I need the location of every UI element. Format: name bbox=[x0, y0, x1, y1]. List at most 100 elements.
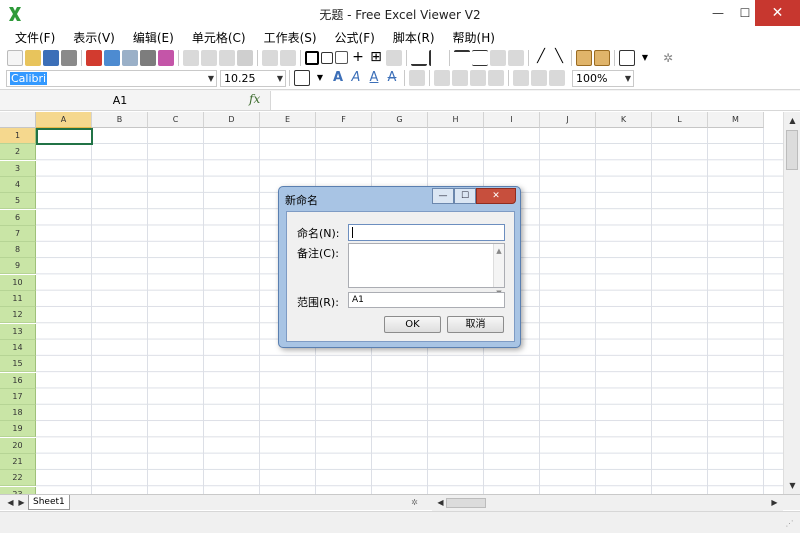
menu-cell[interactable]: 单元格(C) bbox=[183, 28, 255, 48]
column-header[interactable]: I bbox=[484, 112, 540, 128]
name-input[interactable] bbox=[348, 224, 505, 241]
row-header[interactable]: 9 bbox=[0, 258, 36, 275]
comment-scrollbar[interactable]: ▲▼ bbox=[493, 244, 504, 297]
menu-view[interactable]: 表示(V) bbox=[64, 28, 124, 48]
border-thick-icon[interactable] bbox=[305, 50, 319, 65]
vertical-scroll-thumb[interactable] bbox=[786, 130, 798, 170]
format-painter-icon[interactable] bbox=[237, 49, 253, 66]
row-header[interactable]: 10 bbox=[0, 274, 36, 291]
row-header[interactable]: 15 bbox=[0, 356, 36, 373]
function-icon[interactable]: fx bbox=[249, 92, 260, 106]
row-header[interactable]: 4 bbox=[0, 176, 36, 193]
border-left-icon[interactable] bbox=[429, 49, 445, 66]
gear-icon[interactable]: ✲ bbox=[660, 50, 676, 66]
row-header[interactable]: 14 bbox=[0, 339, 36, 356]
row-header[interactable]: 2 bbox=[0, 144, 36, 161]
row-header[interactable]: 1 bbox=[0, 128, 36, 144]
menu-sheet[interactable]: 工作表(S) bbox=[255, 28, 326, 48]
scroll-up-icon[interactable]: ▲ bbox=[784, 112, 800, 129]
underline-icon[interactable]: A bbox=[366, 70, 382, 86]
new-file-icon[interactable] bbox=[7, 49, 23, 66]
column-header[interactable]: D bbox=[204, 112, 260, 128]
comment-input[interactable]: ▲▼ bbox=[348, 243, 505, 297]
valign-middle-icon[interactable] bbox=[531, 70, 547, 86]
justify-icon[interactable] bbox=[488, 70, 504, 86]
pdf-export-icon[interactable] bbox=[86, 49, 102, 66]
align-right-icon[interactable] bbox=[470, 70, 486, 86]
column-header[interactable]: A bbox=[36, 112, 92, 128]
row-header[interactable]: 3 bbox=[0, 160, 36, 177]
range-input[interactable]: A1 bbox=[348, 292, 505, 308]
clear-format-icon[interactable] bbox=[158, 49, 174, 66]
italic-icon[interactable]: A bbox=[348, 70, 364, 86]
row-header[interactable]: 18 bbox=[0, 405, 36, 422]
column-header[interactable]: B bbox=[92, 112, 148, 128]
cell-reference-box[interactable]: A1 bbox=[0, 90, 240, 111]
image-export-icon[interactable] bbox=[122, 49, 138, 66]
border-outer-icon[interactable] bbox=[508, 49, 524, 66]
row-header[interactable]: 13 bbox=[0, 323, 36, 340]
row-header[interactable]: 8 bbox=[0, 242, 36, 259]
row-header[interactable]: 6 bbox=[0, 209, 36, 226]
font-size-select[interactable]: 10.25 ▼ bbox=[220, 69, 286, 87]
diagonal-down-icon[interactable]: ╱ bbox=[533, 49, 549, 66]
chevron-down-icon[interactable] bbox=[321, 51, 333, 64]
valign-bottom-icon[interactable] bbox=[549, 70, 565, 86]
column-header[interactable]: L bbox=[652, 112, 708, 128]
scroll-down-icon[interactable]: ▼ bbox=[784, 477, 800, 494]
merge-cells-icon[interactable] bbox=[576, 49, 592, 66]
print-icon[interactable] bbox=[61, 49, 77, 66]
sheet-tab[interactable]: Sheet1 bbox=[28, 495, 70, 510]
resize-grip-icon[interactable]: ⋰ bbox=[781, 515, 798, 532]
chevron-down-icon[interactable]: ▼ bbox=[312, 70, 328, 86]
column-header[interactable]: E bbox=[260, 112, 316, 128]
column-header[interactable]: C bbox=[148, 112, 204, 128]
row-header[interactable]: 22 bbox=[0, 470, 36, 487]
cut-icon[interactable] bbox=[201, 49, 217, 66]
text-color-icon[interactable] bbox=[294, 70, 310, 86]
column-header[interactable]: H bbox=[428, 112, 484, 128]
preview-icon[interactable] bbox=[140, 49, 156, 66]
menu-script[interactable]: 脚本(R) bbox=[384, 28, 444, 48]
row-header[interactable]: 16 bbox=[0, 372, 36, 389]
column-header[interactable]: J bbox=[540, 112, 596, 128]
border-tb-icon[interactable] bbox=[472, 49, 488, 66]
menu-file[interactable]: 文件(F) bbox=[6, 28, 64, 48]
dialog-maximize-button[interactable]: ☐ bbox=[454, 188, 476, 204]
row-header[interactable]: 23 bbox=[0, 486, 36, 494]
menu-formula[interactable]: 公式(F) bbox=[326, 28, 384, 48]
dialog-minimize-button[interactable]: — bbox=[432, 188, 454, 204]
scroll-right-icon[interactable]: ▶ bbox=[766, 494, 783, 511]
diagonal-up-icon[interactable]: ╲ bbox=[551, 49, 567, 66]
wrap-text-icon[interactable] bbox=[409, 70, 425, 86]
menu-help[interactable]: 帮助(H) bbox=[444, 28, 504, 48]
border-top-icon[interactable] bbox=[454, 49, 470, 66]
zoom-select[interactable]: 100% ▼ bbox=[572, 69, 634, 87]
paste-icon[interactable] bbox=[219, 49, 235, 66]
close-button[interactable]: ✕ bbox=[755, 0, 800, 26]
row-header[interactable]: 5 bbox=[0, 193, 36, 210]
selected-cell[interactable] bbox=[36, 128, 93, 145]
minimize-button[interactable]: — bbox=[704, 0, 732, 26]
bold-icon[interactable]: A bbox=[330, 70, 346, 86]
row-header[interactable]: 12 bbox=[0, 307, 36, 324]
row-header[interactable]: 21 bbox=[0, 454, 36, 470]
ok-button[interactable]: OK bbox=[384, 316, 441, 333]
row-header[interactable]: 17 bbox=[0, 388, 36, 405]
horizontal-scroll-thumb[interactable] bbox=[446, 498, 486, 508]
row-header[interactable]: 20 bbox=[0, 437, 36, 454]
redo-icon[interactable] bbox=[280, 49, 296, 66]
border-box-icon[interactable] bbox=[335, 51, 348, 64]
border-bottom-icon[interactable] bbox=[411, 50, 427, 66]
save-icon[interactable] bbox=[43, 49, 59, 66]
export-icon[interactable] bbox=[104, 49, 120, 66]
chevron-down-icon[interactable]: ▼ bbox=[637, 50, 653, 66]
font-name-select[interactable]: Calibri ▼ bbox=[6, 69, 217, 87]
formula-input[interactable] bbox=[270, 91, 800, 110]
line-style-icon[interactable] bbox=[619, 49, 635, 66]
copy-icon[interactable] bbox=[183, 49, 199, 66]
strikethrough-icon[interactable]: A bbox=[384, 70, 400, 86]
cancel-button[interactable]: 取消 bbox=[447, 316, 504, 333]
vertical-scrollbar[interactable]: ▲ ▼ bbox=[783, 112, 800, 494]
border-right-icon[interactable] bbox=[490, 49, 506, 66]
